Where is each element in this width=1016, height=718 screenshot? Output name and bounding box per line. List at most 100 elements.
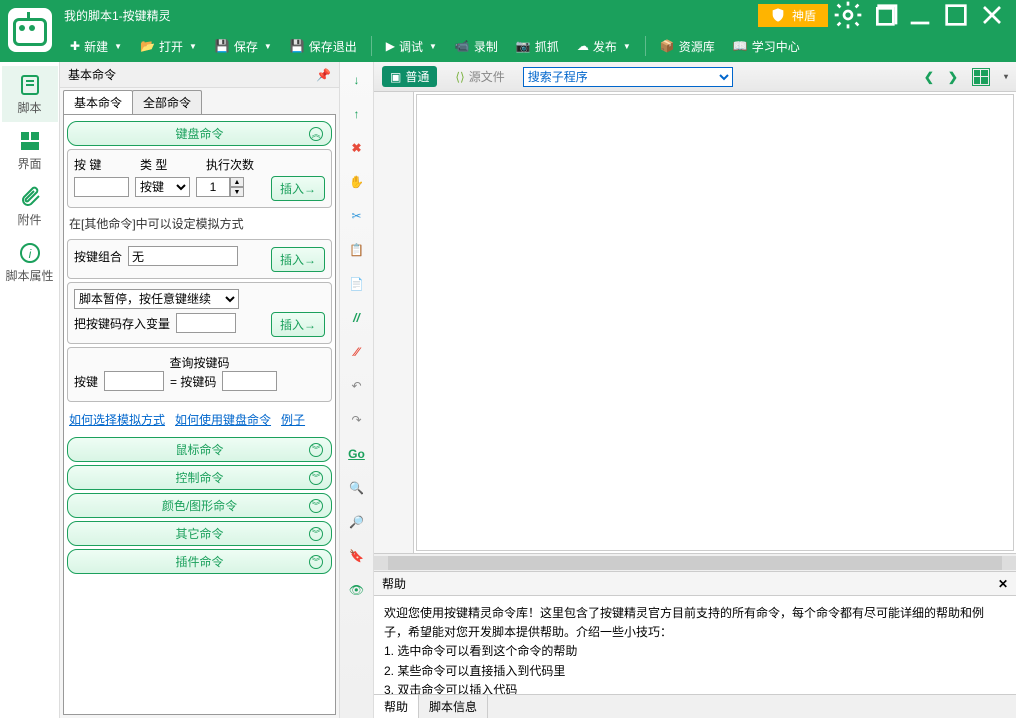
acc-color[interactable]: 颜色/图形命令︾ [67, 493, 332, 518]
help-close[interactable]: ✕ [998, 577, 1008, 591]
eye-button[interactable]: 👁 [347, 580, 367, 600]
query-key-label: 按键 [74, 373, 98, 390]
undo-button[interactable]: ↶ [347, 376, 367, 396]
cut-button[interactable]: ✂ [347, 206, 367, 226]
insert-button-3[interactable]: 插入→ [271, 312, 325, 337]
minimize-button[interactable] [904, 1, 936, 29]
link-keyboard[interactable]: 如何使用键盘命令 [175, 411, 271, 428]
record-label: 录制 [474, 38, 498, 55]
hint-text: 在[其他命令]中可以设定模拟方式 [67, 211, 332, 236]
grid-layout-icon [18, 129, 42, 153]
type-select[interactable]: 按键 [135, 177, 190, 197]
savevar-input[interactable] [176, 313, 236, 333]
grab-icon: 📷 [516, 39, 531, 53]
help-body: 欢迎您使用按键精灵命令库！这里包含了按键精灵官方目前支持的所有命令，每个命令都有… [374, 596, 1016, 694]
publish-button[interactable]: ☁ 发布▼ [569, 34, 639, 59]
restore-down-button[interactable] [868, 1, 900, 29]
save-button[interactable]: 💾 保存▼ [207, 34, 280, 59]
record-button[interactable]: 📹 录制 [447, 34, 506, 59]
copy-button[interactable]: 📋 [347, 240, 367, 260]
rail-script[interactable]: 脚本 [2, 66, 58, 122]
maximize-button[interactable] [940, 1, 972, 29]
key-input[interactable] [74, 177, 129, 197]
acc-control[interactable]: 控制命令︾ [67, 465, 332, 490]
query-code-input[interactable] [222, 371, 277, 391]
acc-mouse[interactable]: 鼠标命令︾ [67, 437, 332, 462]
paste-button[interactable]: 📄 [347, 274, 367, 294]
arrow-up-button[interactable]: ↑ [347, 104, 367, 124]
delete-button[interactable]: ✖ [347, 138, 367, 158]
grab-button[interactable]: 📷 抓抓 [508, 34, 567, 59]
go-button[interactable]: Go [347, 444, 367, 464]
tab-basic[interactable]: 基本命令 [63, 90, 133, 114]
chevron-down-icon: ︾ [309, 443, 323, 457]
learn-button[interactable]: 📖 学习中心 [725, 34, 808, 59]
new-button[interactable]: ✚ 新建▼ [62, 34, 130, 59]
search-select[interactable]: 搜索子程序 [523, 67, 733, 87]
chevron-down-icon: ︾ [309, 499, 323, 513]
insert-button-1[interactable]: 插入→ [271, 176, 325, 201]
count-up[interactable]: ▲ [230, 177, 244, 187]
x-icon: ✖ [351, 141, 361, 155]
debug-button[interactable]: ▶ 调试▼ [378, 34, 445, 59]
rail-attach[interactable]: 附件 [2, 178, 58, 234]
combo-input[interactable] [128, 246, 238, 266]
undo-icon: ↶ [351, 379, 361, 393]
acc-plugin[interactable]: 插件命令︾ [67, 549, 332, 574]
view-source[interactable]: ⟨⟩ 源文件 [447, 66, 512, 87]
rail-props[interactable]: i 脚本属性 [2, 234, 58, 290]
uncomment-button[interactable]: ⁄⁄ [347, 342, 367, 362]
action-rail: ↓ ↑ ✖ ✋ ✂ 📋 📄 // ⁄⁄ ↶ ↷ Go 🔍 🔎 🔖 👁 [340, 62, 374, 718]
search-sub[interactable]: 搜索子程序 [523, 67, 733, 87]
close-button[interactable] [976, 1, 1008, 29]
code-icon: ⟨⟩ [455, 70, 464, 84]
link-example[interactable]: 例子 [281, 411, 305, 428]
h-scrollbar[interactable] [374, 553, 1016, 571]
comment-button[interactable]: // [347, 308, 367, 328]
query-title: 查询按键码 [74, 354, 325, 371]
resource-button[interactable]: 📦 资源库 [652, 34, 723, 59]
open-button[interactable]: 📂 打开▼ [132, 34, 205, 59]
save-exit-label: 保存退出 [309, 38, 357, 55]
arrow-up-icon: ↑ [354, 107, 360, 121]
arrow-down-button[interactable]: ↓ [347, 70, 367, 90]
hand-button[interactable]: ✋ [347, 172, 367, 192]
find-button[interactable]: 🔍 [347, 478, 367, 498]
chevron-down-icon: ︾ [309, 527, 323, 541]
go-icon: Go [348, 447, 365, 461]
count-down[interactable]: ▼ [230, 187, 244, 197]
code-canvas[interactable] [416, 94, 1014, 551]
replace-button[interactable]: 🔎 [347, 512, 367, 532]
insert-button-2[interactable]: 插入→ [271, 247, 325, 272]
shield-badge[interactable]: 神盾 [758, 4, 828, 27]
settings-button[interactable] [832, 1, 864, 29]
block-combo: 按键组合 插入→ [67, 239, 332, 279]
help-tab-info[interactable]: 脚本信息 [419, 695, 488, 718]
bookmark-icon: 🔖 [349, 549, 364, 563]
link-sim[interactable]: 如何选择模拟方式 [69, 411, 165, 428]
chevron-down-icon: ︾ [309, 555, 323, 569]
help-title: 帮助 [382, 575, 406, 592]
view-normal[interactable]: ▣ 普通 [382, 66, 437, 87]
pin-icon[interactable]: 📌 [316, 68, 331, 82]
bookmark-button[interactable]: 🔖 [347, 546, 367, 566]
acc-other[interactable]: 其它命令︾ [67, 521, 332, 546]
layout-button[interactable] [972, 68, 990, 86]
binoculars-icon: 🔍 [349, 481, 364, 495]
save-icon: 💾 [215, 39, 230, 53]
nav-prev[interactable]: ❮ [924, 70, 934, 84]
help-tab-help[interactable]: 帮助 [374, 695, 419, 718]
tab-all[interactable]: 全部命令 [132, 90, 202, 114]
nav-next[interactable]: ❯ [948, 70, 958, 84]
pause-select[interactable]: 脚本暂停，按任意键继续 [74, 289, 239, 309]
rail-ui[interactable]: 界面 [2, 122, 58, 178]
query-key-input[interactable] [104, 371, 164, 391]
acc-keyboard[interactable]: 键盘命令︽ [67, 121, 332, 146]
gear-icon [832, 0, 864, 31]
count-input[interactable] [196, 177, 230, 197]
redo-button[interactable]: ↷ [347, 410, 367, 430]
chevron-down-icon: ︾ [309, 471, 323, 485]
save-exit-button[interactable]: 💾 保存退出 [282, 34, 365, 59]
info-icon: i [18, 241, 42, 265]
chevron-up-icon: ︽ [309, 127, 323, 141]
